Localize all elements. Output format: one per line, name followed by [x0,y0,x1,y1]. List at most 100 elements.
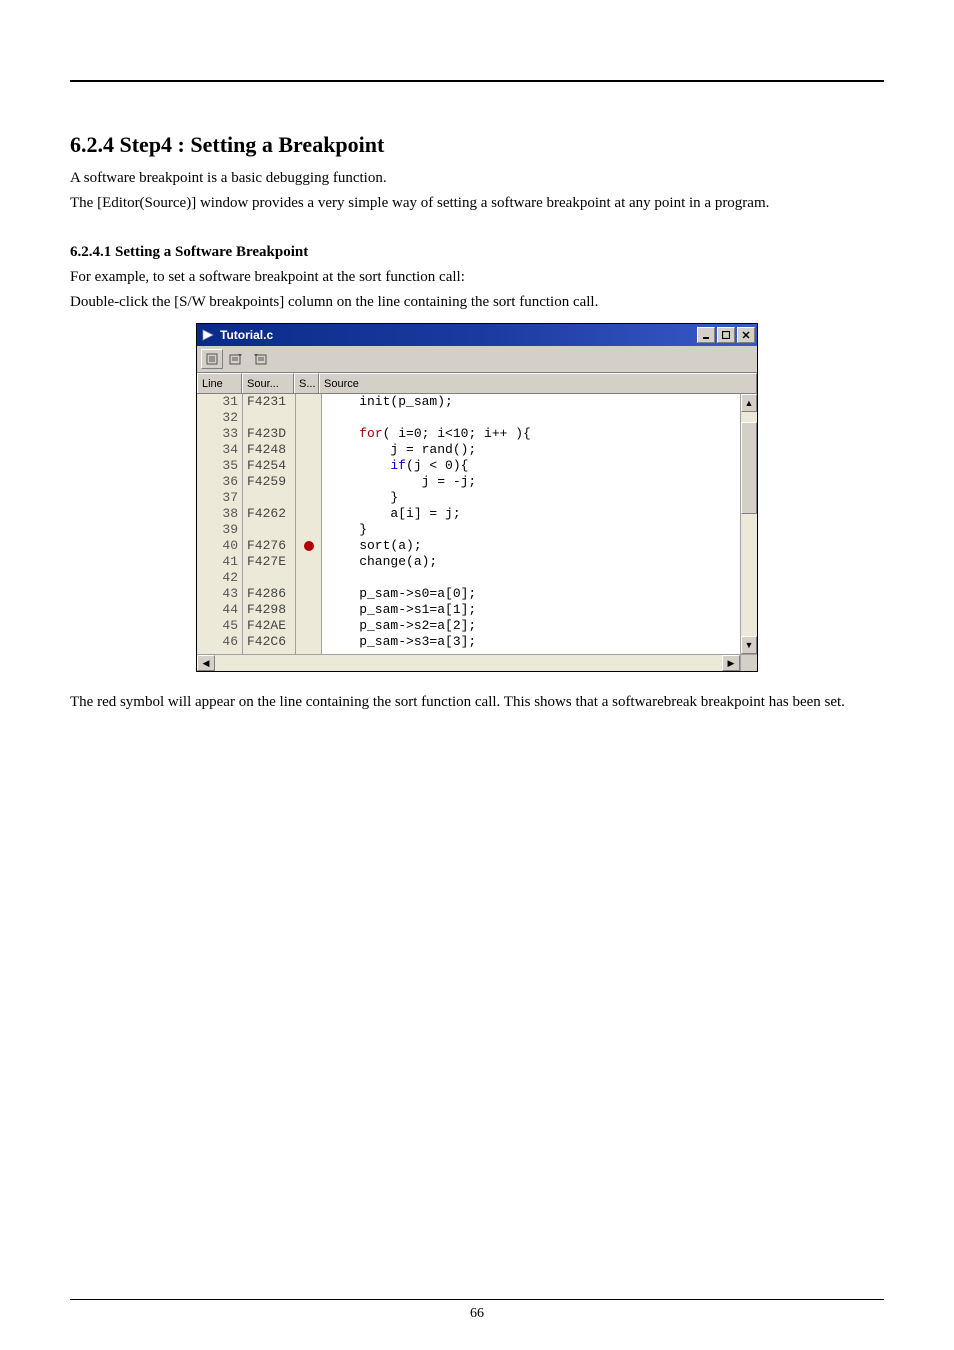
line-number: 41 [197,554,242,570]
vertical-scrollbar[interactable]: ▲ ▼ [740,394,757,654]
line-number: 35 [197,458,242,474]
breakpoint-cell[interactable] [296,618,321,634]
source-line[interactable]: } [322,522,740,538]
address-cell: F4231 [243,394,295,410]
line-number: 39 [197,522,242,538]
scroll-up-button[interactable]: ▲ [741,394,757,412]
breakpoint-cell[interactable] [296,410,321,426]
minimize-button[interactable] [697,327,715,343]
line-number: 44 [197,602,242,618]
source-line[interactable]: p_sam->s1=a[1]; [322,602,740,618]
source-line[interactable]: j = -j; [322,474,740,490]
breakpoint-cell[interactable] [296,394,321,410]
editor-window: Tutorial.c [196,323,758,672]
line-number: 40 [197,538,242,554]
source-line[interactable]: a[i] = j; [322,506,740,522]
address-column: F4231F423DF4248F4254F4259F4262F4276F427E… [243,394,296,654]
vscroll-track[interactable] [741,412,757,636]
source-line[interactable] [322,410,740,426]
horizontal-scrollbar[interactable]: ◀ ▶ [197,654,757,671]
breakpoint-cell[interactable] [296,426,321,442]
vscroll-thumb[interactable] [741,422,757,514]
source-line[interactable]: } [322,490,740,506]
subsection-heading: 6.2.4.1 Setting a Software Breakpoint [70,244,884,261]
address-cell: F427E [243,554,295,570]
address-cell [243,410,295,426]
breakpoint-cell[interactable] [296,442,321,458]
toolbar [197,346,757,373]
source-line[interactable]: p_sam->s3=a[3]; [322,634,740,650]
address-cell [243,522,295,538]
line-number: 37 [197,490,242,506]
address-cell [243,490,295,506]
header-source[interactable]: Source [319,373,757,393]
close-button[interactable] [737,327,755,343]
titlebar: Tutorial.c [197,324,757,346]
line-number: 38 [197,506,242,522]
address-cell: F42AE [243,618,295,634]
address-cell: F4286 [243,586,295,602]
source-line[interactable]: sort(a); [322,538,740,554]
breakpoint-cell[interactable] [296,570,321,586]
breakpoint-cell[interactable] [296,490,321,506]
address-cell: F4248 [243,442,295,458]
source-code-area[interactable]: init(p_sam); for( i=0; i<10; i++ ){ j = … [322,394,740,654]
breakpoint-cell[interactable] [296,554,321,570]
grid-body: 31323334353637383940414243444546 F4231F4… [197,394,757,654]
scroll-right-button[interactable]: ▶ [722,655,740,671]
page-footer: 66 [70,1299,884,1322]
scroll-down-button[interactable]: ▼ [741,636,757,654]
address-cell: F423D [243,426,295,442]
source-line[interactable]: p_sam->s0=a[0]; [322,586,740,602]
section-heading: 6.2.4 Step4 : Setting a Breakpoint [70,132,884,158]
breakpoint-icon[interactable] [304,541,314,551]
toolbar-btn-1[interactable] [201,349,223,369]
maximize-button[interactable] [717,327,735,343]
address-cell: F4262 [243,506,295,522]
line-number: 32 [197,410,242,426]
line-number-column: 31323334353637383940414243444546 [197,394,243,654]
address-cell: F4298 [243,602,295,618]
top-rule [70,80,884,82]
line-number: 33 [197,426,242,442]
breakpoint-cell[interactable] [296,538,321,554]
source-line[interactable]: if(j < 0){ [322,458,740,474]
address-cell: F4254 [243,458,295,474]
breakpoint-cell[interactable] [296,458,321,474]
column-headers: Line Sour... S... Source [197,373,757,394]
header-sw-bp[interactable]: S... [294,373,319,393]
breakpoint-cell[interactable] [296,634,321,650]
toolbar-btn-3[interactable] [249,349,271,369]
window-title: Tutorial.c [220,328,273,342]
breakpoint-cell[interactable] [296,522,321,538]
source-line[interactable]: change(a); [322,554,740,570]
header-source-addr[interactable]: Sour... [242,373,294,393]
scroll-left-button[interactable]: ◀ [197,655,215,671]
breakpoint-cell[interactable] [296,474,321,490]
breakpoint-cell[interactable] [296,602,321,618]
line-number: 36 [197,474,242,490]
toolbar-btn-2[interactable] [225,349,247,369]
source-line[interactable]: j = rand(); [322,442,740,458]
breakpoint-cell[interactable] [296,506,321,522]
intro-paragraph-2: The [Editor(Source)] window provides a v… [70,193,884,214]
sub-paragraph-2: Double-click the [S/W breakpoints] colum… [70,292,884,313]
source-line[interactable]: init(p_sam); [322,394,740,410]
scroll-corner [740,655,757,671]
line-number: 42 [197,570,242,586]
breakpoint-cell[interactable] [296,586,321,602]
header-line[interactable]: Line [197,373,242,393]
line-number: 31 [197,394,242,410]
address-cell [243,570,295,586]
source-line[interactable]: for( i=0; i<10; i++ ){ [322,426,740,442]
breakpoint-column[interactable] [296,394,322,654]
source-line[interactable]: p_sam->s2=a[2]; [322,618,740,634]
address-cell: F42C6 [243,634,295,650]
line-number: 34 [197,442,242,458]
line-number: 46 [197,634,242,650]
source-line[interactable] [322,570,740,586]
line-number: 43 [197,586,242,602]
intro-paragraph-1: A software breakpoint is a basic debuggi… [70,168,884,189]
hscroll-track[interactable] [215,655,722,671]
address-cell: F4276 [243,538,295,554]
